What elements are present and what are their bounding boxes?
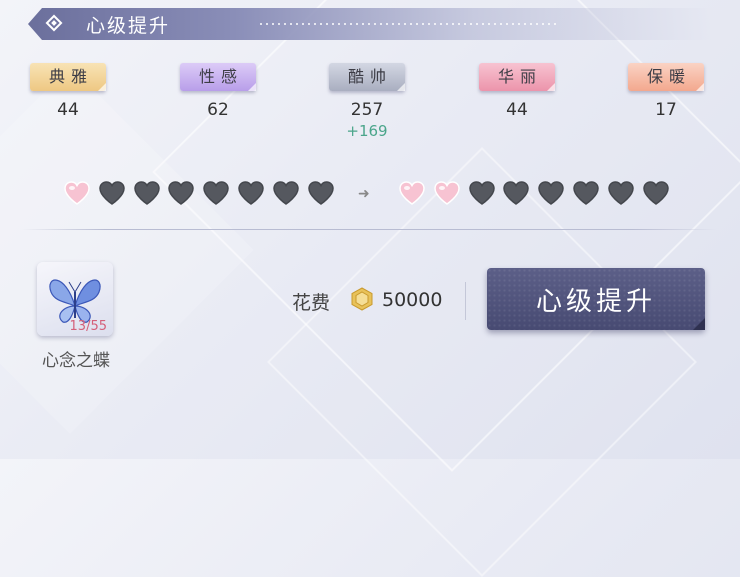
stat-value: 44 [57,100,79,120]
item-count: 13/55 [69,319,107,334]
stat-value: 17 [655,100,677,120]
header-dots [258,22,558,26]
section-header: 心级提升 [28,8,714,40]
heart-empty-icon [237,180,265,206]
stat-label: 酷帅 [329,63,405,91]
separator [465,282,466,320]
heart-empty-icon [468,180,496,206]
stat-sexy: 性感 62 [173,63,263,120]
diamond-icon [45,14,63,32]
stat-warm: 保暖 17 [621,63,711,120]
material-item[interactable]: 13/55 [37,262,113,336]
stat-gorgeous: 华丽 44 [472,63,562,120]
stat-value: 62 [207,100,229,120]
heart-empty-icon [537,180,565,206]
upgrade-heart-level-button[interactable]: 心级提升 [487,268,705,330]
stat-value: 257 [350,100,384,120]
stat-value: 44 [506,100,528,120]
heart-empty-icon [607,180,635,206]
divider [22,229,716,230]
item-name: 心念之蝶 [42,351,110,371]
heart-empty-icon [98,180,126,206]
stat-bonus: +169 [346,122,388,140]
stat-cool: 酷帅 257 +169 [322,63,412,140]
heart-filled-icon [63,180,91,206]
stat-label: 性感 [180,63,256,91]
section-title: 心级提升 [86,15,171,37]
heart-empty-icon [502,180,530,206]
heart-empty-icon [272,180,300,206]
stat-label: 华丽 [479,63,555,91]
heart-empty-icon [133,180,161,206]
cost-value: 50000 [382,289,443,311]
stat-label: 保暖 [628,63,704,91]
arrow-right-icon: ➜ [358,186,370,202]
coin-icon [351,287,373,311]
heart-empty-icon [202,180,230,206]
heart-empty-icon [572,180,600,206]
stat-elegant: 典雅 44 [23,63,113,120]
heart-empty-icon [307,180,335,206]
heart-filled-icon [398,180,426,206]
heart-filled-icon [433,180,461,206]
stat-label: 典雅 [30,63,106,91]
background-diamond [0,66,254,434]
cost-label: 花费 [292,292,331,314]
heart-empty-icon [642,180,670,206]
background-diamond [267,147,697,577]
heart-empty-icon [167,180,195,206]
